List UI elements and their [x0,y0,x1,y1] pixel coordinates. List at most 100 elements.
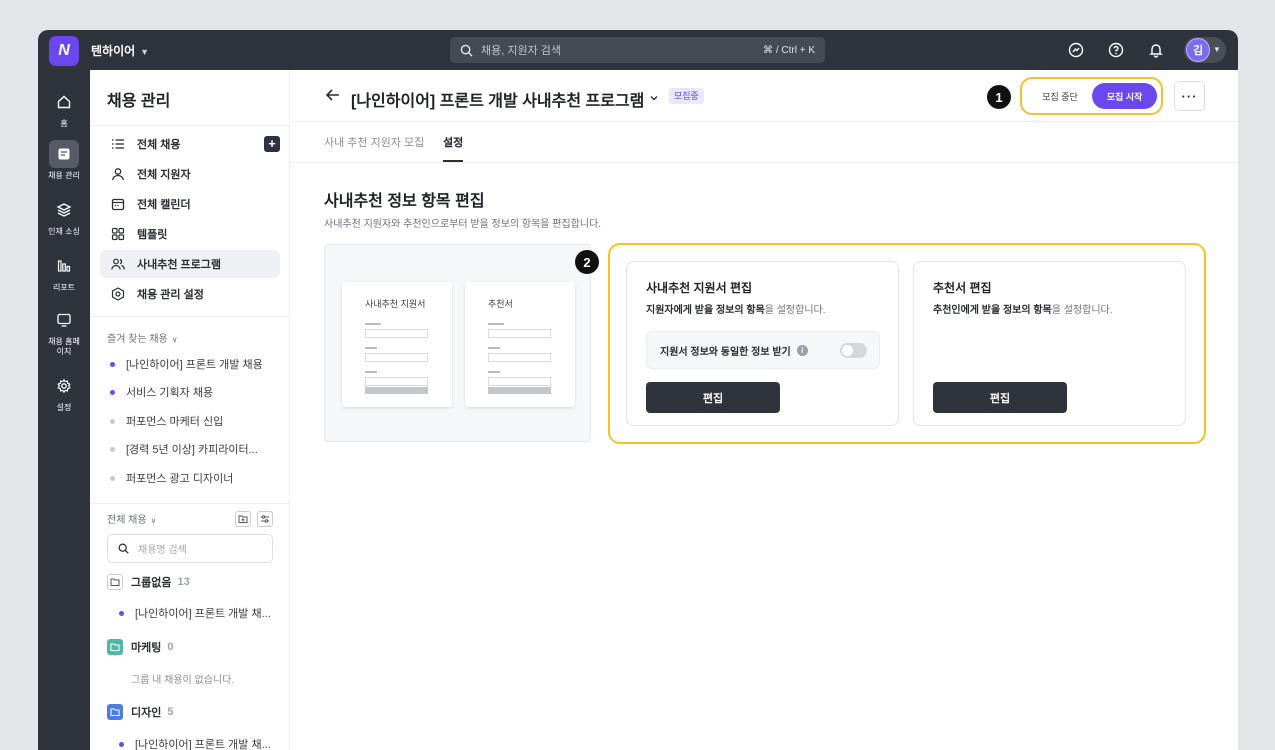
more-options-button[interactable]: ··· [1174,81,1205,111]
preview-card-recommendation: 추천서 [465,282,575,407]
favorite-label: [나인하이어] 프론트 개발 채용 [126,359,263,371]
avatar: 김 [1186,38,1210,62]
rail-item-career-site[interactable]: 채용 홈페이지 [38,306,90,357]
sidebar-item-recruit-settings[interactable]: 채용 관리 설정 [100,280,280,308]
sliders-icon [261,515,269,523]
program-switcher-chevron[interactable] [649,90,659,101]
rail-item-sourcing[interactable]: 인재 소싱 [38,196,90,237]
search-icon [118,543,129,554]
same-info-toggle[interactable] [840,343,867,358]
divider [90,125,290,126]
favorite-label: 퍼포먼스 마케터 신입 [126,416,224,428]
status-dot [110,389,115,395]
app-logo[interactable]: N [49,36,79,66]
rail-item-report[interactable]: 리포트 [38,252,90,293]
group-job-label: [나인하이어] 프론트 개발 채... [135,608,271,620]
hexagon-settings-icon [110,286,126,302]
favorites-title: 즐겨 찾는 채용 [107,334,168,345]
toggle-knob [842,345,853,356]
back-button[interactable] [324,86,342,104]
section-description: 사내추천 지원자와 추천인으로부터 받을 정보의 항목을 편집합니다. [324,219,602,230]
favorite-item[interactable]: [경력 5년 이상] 카피라이터... [110,441,258,457]
sidebar-item-label: 채용 관리 설정 [137,289,204,301]
favorite-item[interactable]: 퍼포먼스 광고 디자이너 [110,470,233,486]
app-rail: 홈 채용 관리 인재 소싱 리포트 채용 홈페이지 설정 [38,70,90,750]
info-icon[interactable]: i [796,344,808,356]
group-count: 13 [177,576,190,588]
rail-label: 리포트 [52,283,76,292]
group-name: 그룹없음 [131,577,172,589]
favorite-item[interactable]: 서비스 기획자 채용 [110,384,213,400]
user-menu[interactable]: 김 ▼ [1184,37,1226,63]
favorite-item[interactable]: [나인하이어] 프론트 개발 채용 [110,356,263,372]
group-design[interactable]: 디자인 5 [107,704,174,720]
group-job-item[interactable]: [나인하이어] 프론트 개발 채... [119,736,271,750]
divider [90,316,290,317]
edit-recommendation-form-button[interactable]: 편집 [933,382,1067,413]
bell-icon[interactable] [1147,41,1165,59]
status-dot [119,741,124,747]
help-icon[interactable] [1107,41,1125,59]
group-name: 디자인 [131,707,162,719]
all-jobs-section-toggle[interactable]: 전체 채용 ∨ [107,511,156,526]
messenger-icon[interactable] [1067,41,1085,59]
rail-item-settings[interactable]: 설정 [38,372,90,413]
application-form-card: 사내추천 지원서 편집 지원자에게 받을 정보의 항목을 설정합니다. 지원서 … [626,261,899,426]
add-job-button[interactable]: + [264,136,280,152]
group-empty-message: 그룹 내 채용이 없습니다. [131,675,235,686]
new-folder-button[interactable] [235,511,251,527]
group-no-group[interactable]: 그룹없음 13 [107,574,190,590]
card-title: 사내추천 지원서 편집 [646,281,753,295]
sidebar-item-all-applicants[interactable]: 전체 지원자 [100,160,280,188]
sidebar-item-referral-program[interactable]: 사내추천 프로그램 [100,250,280,278]
group-count: 5 [167,706,174,718]
tab-settings[interactable]: 설정 [443,134,463,150]
sidebar-item-calendar[interactable]: 전체 캘린더 [100,190,280,218]
preview-card-title: 추천서 [488,299,513,309]
app-window: N 텐하이어 ▼ 채용, 지원자 검색 ⌘ / Ctrl + K 김 ▼ 홈 채… [38,30,1238,750]
stop-recruiting-button[interactable]: 모집 중단 [1037,84,1083,108]
preview-button [488,387,551,394]
rail-label: 인재 소싱 [48,227,80,236]
recommendation-form-card: 추천서 편집 추천인에게 받을 정보의 항목을 설정합니다. 편집 [913,261,1186,426]
search-icon [460,44,473,57]
page-title: [나인하이어] 프론트 개발 사내추천 프로그램 [351,93,645,110]
rail-item-home[interactable]: 홈 [38,88,90,129]
favorite-label: 서비스 기획자 채용 [126,387,214,399]
same-info-toggle-row: 지원서 정보와 동일한 정보 받기 i [646,331,880,369]
group-marketing[interactable]: 마케팅 0 [107,639,174,655]
toggle-label: 지원서 정보와 동일한 정보 받기 [660,346,791,358]
section-title: 사내추천 정보 항목 편집 [324,193,485,210]
edit-application-form-button[interactable]: 편집 [646,382,780,413]
folder-plus-icon [238,515,248,523]
preview-card-title: 사내추천 지원서 [365,299,426,309]
home-icon [49,88,79,116]
divider [90,503,290,504]
bar-chart-icon [49,252,79,280]
job-search-input[interactable]: 채용명 검색 [107,534,273,563]
rail-item-recruiting[interactable]: 채용 관리 [38,140,90,181]
workspace-switcher[interactable]: 텐하이어 ▼ [91,42,149,59]
sidebar-item-templates[interactable]: 템플릿 [100,220,280,248]
sidebar-item-all-jobs[interactable]: 전체 채용 + [100,130,280,158]
divider [291,121,1238,122]
filter-button[interactable] [257,511,273,527]
status-badge: 모집중 [669,88,704,104]
tab-referral-recruiting[interactable]: 사내 추천 지원자 모집 [324,134,424,150]
sidebar-item-label: 전체 지원자 [137,169,191,181]
favorites-section-toggle[interactable]: 즐겨 찾는 채용 ∨ [107,330,178,345]
search-placeholder: 채용, 지원자 검색 [481,45,562,57]
document-icon [49,140,79,168]
all-jobs-title: 전체 채용 [107,515,147,526]
start-recruiting-button[interactable]: 모집 시작 [1092,83,1157,109]
card-description-rest: 을 설정합니다. [764,305,826,316]
favorite-item[interactable]: 퍼포먼스 마케터 신입 [110,413,223,429]
rail-label: 설정 [56,403,72,412]
group-job-item[interactable]: [나인하이어] 프론트 개발 채... [119,605,271,621]
main-content: [나인하이어] 프론트 개발 사내추천 프로그램 모집중 1 모집 중단 모집 … [291,70,1238,750]
global-search-input[interactable]: 채용, 지원자 검색 ⌘ / Ctrl + K [450,37,825,63]
rail-label: 채용 홈페이지 [48,337,80,356]
job-search-placeholder: 채용명 검색 [138,545,187,556]
sidebar-item-label: 전체 채용 [137,139,181,151]
group-name: 마케팅 [131,642,162,654]
